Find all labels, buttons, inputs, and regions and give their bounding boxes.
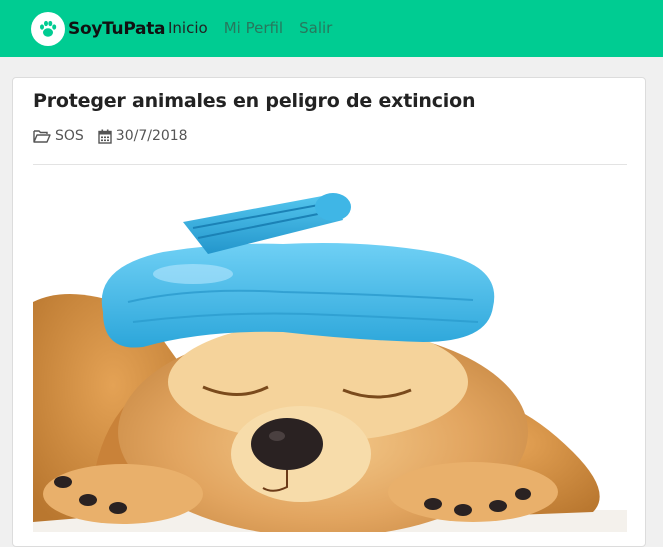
brand-link[interactable]: SoyTuPata: [31, 11, 166, 47]
nav-link-inicio[interactable]: Inicio: [168, 19, 208, 37]
post-card: Proteger animales en peligro de extincio…: [12, 77, 646, 547]
post-title: Proteger animales en peligro de extincio…: [33, 90, 476, 112]
divider: [33, 164, 627, 165]
puppy-with-ice-bag-photo: [33, 182, 627, 532]
paw-icon: [31, 12, 65, 46]
post-category-label: SOS: [55, 128, 84, 144]
post-date-label: 30/7/2018: [115, 128, 188, 144]
calendar-icon: [98, 129, 112, 144]
post-meta: SOS 30/7/2018: [33, 128, 202, 144]
folder-open-icon: [33, 130, 51, 143]
post-image: [33, 182, 627, 532]
post-category[interactable]: SOS: [33, 128, 84, 144]
nav-links: Inicio Mi Perfil Salir: [168, 19, 348, 37]
post-date: 30/7/2018: [98, 128, 188, 144]
navbar: SoyTuPata Inicio Mi Perfil Salir: [0, 0, 663, 57]
nav-link-salir[interactable]: Salir: [299, 19, 332, 37]
brand-name: SoyTuPata: [68, 19, 166, 39]
nav-link-mi-perfil[interactable]: Mi Perfil: [224, 19, 283, 37]
